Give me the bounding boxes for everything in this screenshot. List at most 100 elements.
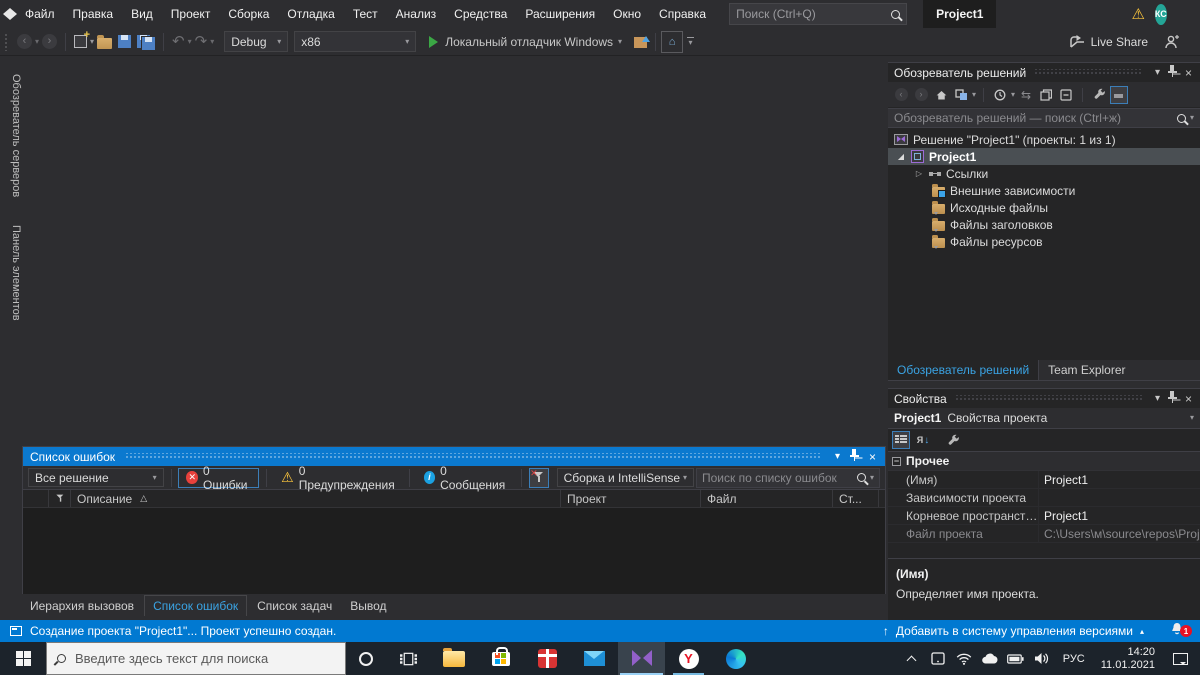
prop-value[interactable]: Project1	[1038, 471, 1200, 488]
platform-dropdown[interactable]: x86 ▾	[294, 31, 417, 52]
solution-explorer-sync-button[interactable]: ⌂	[661, 30, 684, 53]
expander-closed-icon[interactable]: ▷	[914, 169, 924, 178]
clear-filters-button[interactable]: ✕	[528, 467, 549, 488]
menu-tools[interactable]: Средства	[445, 0, 516, 28]
prop-row-project-file[interactable]: Файл проекта C:\Users\м\source\repos\Pro…	[888, 525, 1200, 543]
menu-analyze[interactable]: Анализ	[387, 0, 446, 28]
error-list-search[interactable]: ▾	[695, 467, 880, 488]
properties-titlebar[interactable]: Свойства ▾ ×	[888, 389, 1200, 408]
menu-edit[interactable]: Правка	[64, 0, 123, 28]
configuration-dropdown[interactable]: Debug ▾	[224, 31, 289, 52]
show-all-files-button[interactable]	[1110, 85, 1129, 104]
tab-team-explorer[interactable]: Team Explorer	[1039, 360, 1134, 380]
tree-item-references[interactable]: ▷ Ссылки	[888, 165, 1200, 182]
taskbar-search-input[interactable]	[75, 651, 335, 666]
menu-extensions[interactable]: Расширения	[516, 0, 604, 28]
yandex-browser-icon[interactable]: Y	[665, 642, 712, 675]
errors-filter-button[interactable]: ✕ 0 Ошибки	[178, 464, 260, 492]
add-to-source-control-button[interactable]: ↑ Добавить в систему управления версиями…	[883, 624, 1144, 638]
alphabetical-sort-button[interactable]: Я	[914, 431, 932, 449]
property-pages-wrench-icon[interactable]	[944, 431, 962, 449]
tab-toolbox[interactable]: Панель элементов	[0, 211, 22, 331]
task-view-button[interactable]	[386, 642, 430, 675]
tab-error-list[interactable]: Список ошибок	[144, 595, 248, 616]
tab-task-list[interactable]: Список задач	[249, 596, 340, 616]
close-icon[interactable]: ×	[864, 450, 881, 464]
close-icon[interactable]: ×	[1181, 392, 1196, 406]
pin-icon[interactable]	[845, 449, 864, 464]
tab-solution-explorer[interactable]: Обозреватель решений	[888, 360, 1040, 380]
prop-row-project-dependencies[interactable]: Зависимости проекта	[888, 489, 1200, 507]
wifi-icon[interactable]	[953, 653, 975, 665]
solution-explorer-titlebar[interactable]: Обозреватель решений ▾ ×	[888, 63, 1200, 82]
pin-icon[interactable]	[1164, 65, 1181, 80]
prop-row-name[interactable]: (Имя) Project1	[888, 471, 1200, 489]
tree-item-header-files[interactable]: Файлы заголовков	[888, 216, 1200, 233]
properties-section-other[interactable]: − Прочее	[888, 452, 1200, 471]
forward-icon[interactable]: ›	[914, 88, 928, 101]
chevron-down-icon[interactable]: ▾	[972, 90, 976, 99]
menu-window[interactable]: Окно	[604, 0, 650, 28]
column-project[interactable]: Проект	[561, 490, 701, 507]
solution-explorer-search[interactable]: ▾	[888, 108, 1200, 128]
properties-wrench-icon[interactable]	[1090, 86, 1108, 104]
quick-search[interactable]	[729, 3, 908, 25]
tablet-mode-icon[interactable]	[927, 652, 949, 665]
column-line[interactable]: Ст...	[833, 490, 879, 507]
window-position-chevron-icon[interactable]: ▾	[1151, 393, 1164, 404]
prop-value[interactable]	[1038, 489, 1200, 506]
tree-item-project[interactable]: ◢ Project1	[888, 148, 1200, 165]
clock[interactable]: 14:20 11.01.2021	[1095, 646, 1161, 672]
column-file[interactable]: Файл	[701, 490, 833, 507]
start-button[interactable]	[0, 642, 46, 675]
live-share-button[interactable]: Live Share	[1069, 35, 1148, 49]
chevron-down-icon[interactable]: ▾	[870, 473, 874, 482]
tab-call-hierarchy[interactable]: Иерархия вызовов	[22, 596, 142, 616]
window-position-chevron-icon[interactable]: ▾	[830, 451, 845, 462]
tab-server-explorer[interactable]: Обозреватель серверов	[0, 60, 22, 207]
source-dropdown[interactable]: Сборка и IntelliSense ▾	[556, 468, 694, 487]
navigate-back-button[interactable]: ‹	[14, 30, 35, 54]
collapse-all-icon[interactable]	[1057, 86, 1075, 104]
save-all-button[interactable]	[134, 30, 158, 54]
sync-icon[interactable]: ⇆	[1017, 86, 1035, 104]
start-debug-button[interactable]: Локальный отладчик Windows ▾	[426, 30, 625, 54]
onedrive-icon[interactable]	[979, 653, 1001, 664]
properties-object-dropdown[interactable]: Project1 Свойства проекта ▾	[888, 408, 1200, 429]
chevron-down-icon[interactable]: ▾	[1190, 114, 1194, 122]
switch-views-icon[interactable]	[952, 86, 970, 104]
scope-dropdown[interactable]: Все решение ▾	[28, 468, 164, 487]
user-avatar[interactable]: КС	[1154, 3, 1167, 25]
prop-row-root-namespace[interactable]: Корневое пространство им Project1	[888, 507, 1200, 525]
tray-expand-icon[interactable]	[901, 654, 923, 665]
feedback-button[interactable]	[1162, 30, 1182, 54]
warnings-filter-button[interactable]: ⚠ 0 Предупреждения	[274, 464, 402, 492]
expander-open-icon[interactable]: ◢	[896, 152, 906, 161]
tree-item-resource-files[interactable]: Файлы ресурсов	[888, 233, 1200, 250]
menu-test[interactable]: Тест	[344, 0, 387, 28]
volume-icon[interactable]	[1031, 652, 1053, 665]
quick-search-input[interactable]	[736, 7, 892, 21]
cortana-button[interactable]	[346, 642, 386, 675]
menu-build[interactable]: Сборка	[219, 0, 278, 28]
menu-project[interactable]: Проект	[162, 0, 220, 28]
pending-changes-filter-icon[interactable]	[991, 86, 1009, 104]
notification-warning-icon[interactable]: ⚠	[1131, 5, 1144, 23]
error-list-search-input[interactable]	[701, 470, 857, 485]
action-center-icon[interactable]	[1173, 652, 1188, 665]
navigate-forward-button[interactable]: ›	[39, 30, 60, 54]
visual-studio-taskbar-icon[interactable]	[618, 642, 665, 675]
menu-view[interactable]: Вид	[122, 0, 162, 28]
refresh-icon[interactable]	[1037, 86, 1055, 104]
chevron-down-icon[interactable]: ▾	[1011, 90, 1015, 99]
menu-file[interactable]: Файл	[16, 0, 64, 28]
open-file-button[interactable]	[94, 30, 115, 54]
tree-item-solution[interactable]: Решение "Project1" (проекты: 1 из 1)	[888, 131, 1200, 148]
pin-icon[interactable]	[1164, 391, 1181, 406]
tree-item-source-files[interactable]: Исходные файлы	[888, 199, 1200, 216]
gift-app-icon[interactable]	[524, 642, 571, 675]
prop-value[interactable]: Project1	[1038, 507, 1200, 524]
save-button[interactable]	[115, 30, 134, 54]
filter-column[interactable]	[49, 490, 71, 507]
undo-button[interactable]: ↶	[169, 30, 188, 54]
